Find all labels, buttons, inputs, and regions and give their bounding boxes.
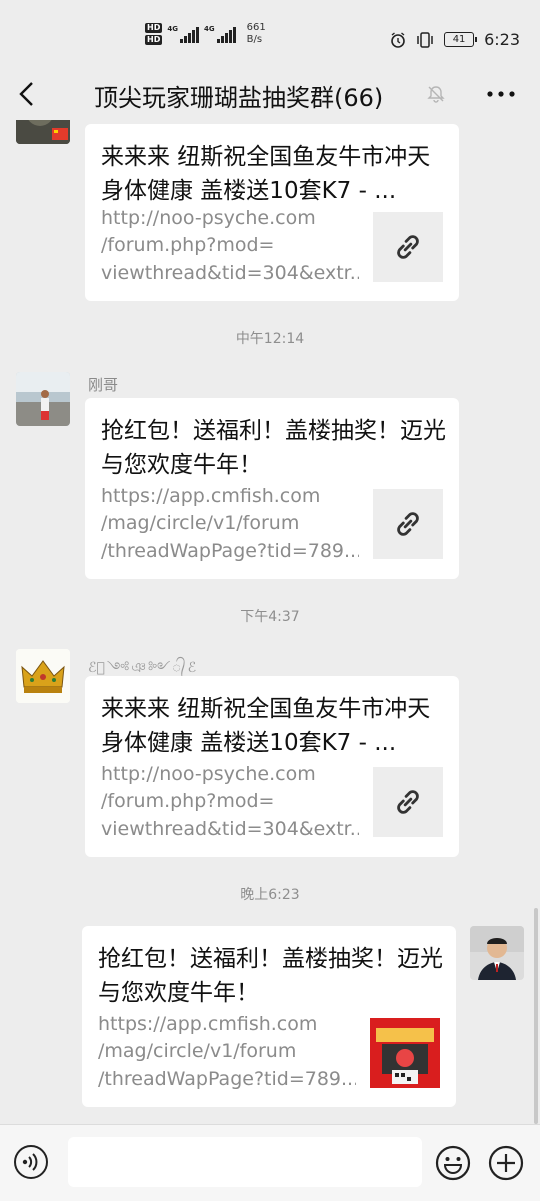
more-dots-icon[interactable] <box>486 86 516 102</box>
url-line: /threadWapPage?tid=789... <box>101 539 359 562</box>
chat-title: 顶尖玩家珊瑚盐抽奖群(66) <box>94 84 384 112</box>
link-icon <box>397 235 419 259</box>
timestamp: 晚上6:23 <box>240 887 300 903</box>
url-line: viewthread&tid=304&extr... <box>101 817 359 840</box>
signal-icon-2: 4G <box>204 25 236 43</box>
link-card-title: 来来来 纽斯祝全国鱼友牛市冲天 身体健康 盖楼送10套K7 - ... <box>101 144 431 204</box>
link-thumbnail <box>373 767 443 837</box>
link-thumbnail <box>370 1018 440 1088</box>
clock: 6:23 <box>484 30 520 49</box>
avatar[interactable] <box>16 120 70 144</box>
avatar[interactable] <box>16 649 70 703</box>
voice-icon[interactable] <box>14 1145 48 1179</box>
plus-icon[interactable] <box>488 1145 524 1181</box>
vibrate-icon <box>417 31 433 48</box>
link-thumbnail <box>373 212 443 282</box>
url-line: /forum.php?mod= <box>101 790 275 812</box>
url-line: http://noo-psyche.com <box>101 206 316 229</box>
url-line: /mag/circle/v1/forum <box>98 1040 297 1062</box>
url-line: /forum.php?mod= <box>101 234 275 256</box>
message-list[interactable]: 来来来 纽斯祝全国鱼友牛市冲天 身体健康 盖楼送10套K7 - ... http… <box>0 120 540 1124</box>
url-line: https://app.cmfish.com <box>101 484 321 507</box>
signal-icon-1: 4G <box>167 25 199 43</box>
hd-badge-1: HD <box>145 23 163 33</box>
hd-badge-2: HD <box>145 35 163 45</box>
link-card[interactable]: 来来来 纽斯祝全国鱼友牛市冲天 身体健康 盖楼送10套K7 - ... http… <box>85 124 459 301</box>
link-card-title: 抢红包！送福利！盖楼抽奖！迈光与您欢度牛年！ <box>101 418 446 478</box>
avatar[interactable] <box>470 926 524 980</box>
link-thumbnail <box>373 489 443 559</box>
status-bar: HD HD 4G 4G 661 B/s 41 6:23 <box>0 0 540 68</box>
url-line: https://app.cmfish.com <box>98 1012 318 1035</box>
crown-avatar-image <box>16 649 70 703</box>
network-speed: 661 B/s <box>247 22 266 46</box>
link-card-title: 抢红包！送福利！盖楼抽奖！迈光与您欢度牛年！ <box>98 946 443 1006</box>
timestamp: 中午12:14 <box>235 331 305 347</box>
url-line: /threadWapPage?tid=789... <box>98 1067 356 1090</box>
battery-icon: 41 <box>444 32 478 47</box>
input-bar <box>0 1124 540 1201</box>
link-icon <box>397 512 419 536</box>
url-line: /mag/circle/v1/forum <box>101 512 300 534</box>
link-card-url: http://noo-psyche.com /forum.php?mod= vi… <box>101 761 359 844</box>
speed-value: 661 <box>246 22 266 33</box>
red-envelope-thumbnail-image <box>370 1018 440 1088</box>
link-card[interactable]: 抢红包！送福利！盖楼抽奖！迈光与您欢度牛年！ https://app.cmfis… <box>85 398 459 579</box>
link-card[interactable]: 抢红包！送福利！盖楼抽奖！迈光与您欢度牛年！ https://app.cmfis… <box>82 926 456 1107</box>
bell-off-icon <box>427 86 445 103</box>
url-line: http://noo-psyche.com <box>101 762 316 785</box>
emoji-icon[interactable] <box>435 1145 471 1181</box>
voice-waves <box>22 1153 38 1171</box>
network-type-1: 4G <box>167 25 178 33</box>
link-icon <box>397 790 419 814</box>
link-card-url: http://noo-psyche.com /forum.php?mod= vi… <box>101 205 359 288</box>
link-card-title: 来来来 纽斯祝全国鱼友牛市冲天 身体健康 盖楼送10套K7 - ... <box>101 696 431 756</box>
avatar-image <box>16 372 70 426</box>
avatar[interactable] <box>16 372 70 426</box>
url-line: viewthread&tid=304&extr... <box>101 261 359 284</box>
alarm-icon <box>391 31 405 48</box>
timestamp: 下午4:37 <box>240 609 300 625</box>
link-card-url: https://app.cmfish.com /mag/circle/v1/fo… <box>101 483 359 566</box>
scrollbar[interactable] <box>534 908 538 1124</box>
avatar-image <box>16 120 70 144</box>
avatar-image <box>470 926 524 980</box>
chat-header: 顶尖玩家珊瑚盐抽奖群(66) <box>0 68 540 120</box>
network-indicators: HD HD 4G 4G 661 B/s <box>145 22 266 46</box>
speed-unit: B/s <box>246 34 263 45</box>
network-type-2: 4G <box>203 25 215 33</box>
message-input[interactable] <box>68 1137 422 1187</box>
link-card-url: https://app.cmfish.com /mag/circle/v1/fo… <box>98 1011 356 1094</box>
chevron-left-icon[interactable] <box>16 80 38 108</box>
system-indicators: 41 6:23 <box>390 30 520 49</box>
link-card[interactable]: 来来来 纽斯祝全国鱼友牛市冲天 身体健康 盖楼送10套K7 - ... http… <box>85 676 459 857</box>
sender-name: 刚哥 <box>88 376 119 394</box>
hd-badges: HD HD <box>145 23 163 45</box>
